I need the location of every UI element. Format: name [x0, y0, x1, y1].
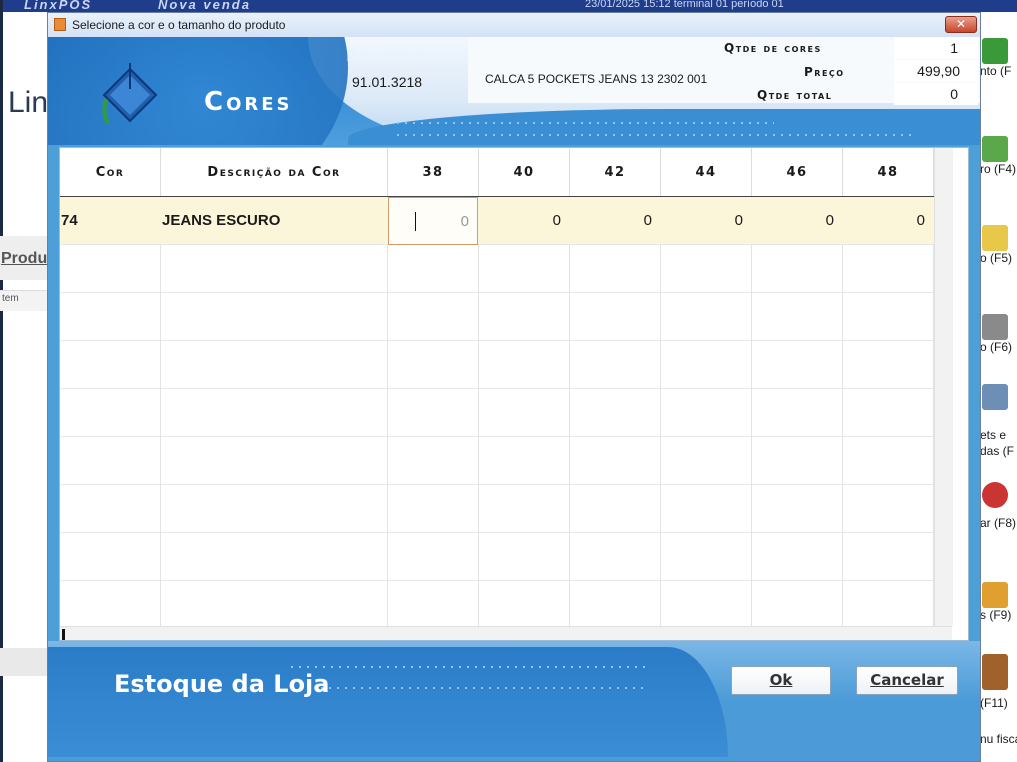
- vertical-scrollbar[interactable]: [934, 148, 953, 626]
- produto-label: Produto: [346, 46, 425, 65]
- decorative-dots: [288, 665, 648, 669]
- cancel-button[interactable]: Cancelar: [856, 666, 958, 695]
- decorative-dots: [318, 686, 648, 690]
- color-size-dialog: Selecione a cor e o tamanho do produto ✕…: [47, 12, 981, 762]
- decorative-dots: [394, 133, 914, 137]
- qty-cell-48[interactable]: 0: [843, 197, 933, 245]
- produto-description: CALCA 5 POCKETS JEANS 13 2302 001: [485, 72, 708, 86]
- ok-button[interactable]: Ok: [731, 666, 831, 695]
- empty-row: [60, 533, 950, 581]
- app-window-icon: [54, 18, 66, 31]
- produto-code: 91.01.3218: [352, 74, 423, 90]
- dialog-footer: Estoque da Loja Ok Cancelar: [48, 641, 980, 761]
- scrollbar-thumb[interactable]: [62, 629, 65, 640]
- column-header-size-40[interactable]: 40: [479, 148, 570, 196]
- column-header-cor[interactable]: Cor: [60, 148, 161, 196]
- qty-cell-46[interactable]: 0: [752, 197, 842, 245]
- color-size-grid[interactable]: Cor Descrição da Cor 38 40 42 44 46 48 7…: [59, 147, 969, 641]
- empty-row: [60, 581, 950, 629]
- qtde-total-label: Qtde total: [757, 88, 833, 102]
- item-column-label: tem: [2, 293, 19, 304]
- ticket-icon: [982, 384, 1008, 410]
- column-header-size-46[interactable]: 46: [752, 148, 843, 196]
- qtde-total-value: 0: [950, 86, 958, 102]
- empty-row: [60, 485, 950, 533]
- empty-row: [60, 341, 950, 389]
- cash-icon: [982, 136, 1008, 162]
- app-name: LinxPOS: [24, 0, 93, 12]
- text-caret: [415, 212, 416, 231]
- header-curve: [48, 37, 348, 145]
- qtde-total-box: 0: [894, 83, 978, 105]
- cancel-icon: [982, 482, 1008, 508]
- qty-cell-38-editing[interactable]: 0: [388, 197, 478, 245]
- decorative-dots: [394, 121, 774, 125]
- cor-cell[interactable]: 74: [61, 197, 160, 245]
- column-header-size-44[interactable]: 44: [661, 148, 752, 196]
- empty-row: [60, 389, 950, 437]
- preco-box: 499,90: [894, 60, 978, 82]
- qtde-cores-label: Qtde de cores: [724, 41, 822, 55]
- descricao-cell[interactable]: JEANS ESCURO: [162, 197, 387, 245]
- app-logo: Lin: [8, 86, 49, 119]
- empty-row: [60, 293, 950, 341]
- qty-cell-42[interactable]: 0: [570, 197, 660, 245]
- money-icon: [982, 38, 1008, 64]
- card-icon: [982, 314, 1008, 340]
- dialog-header: Cores Produto 91.01.3218 CALCA 5 POCKETS…: [48, 37, 980, 145]
- qtde-cores-value: 1: [950, 40, 958, 56]
- section-title: Cores: [204, 87, 293, 117]
- app-title-bar: LinxPOS Nova venda 23/01/2025 15:12 term…: [0, 0, 1017, 12]
- door-icon: [982, 654, 1008, 690]
- app-screen-title: Nova venda: [158, 0, 251, 12]
- empty-row: [60, 437, 950, 485]
- qty-38-value: 0: [460, 213, 469, 230]
- footer-dark-panel: [48, 647, 728, 757]
- stock-caption[interactable]: Estoque da Loja: [114, 670, 329, 698]
- horizontal-scrollbar[interactable]: [60, 626, 952, 640]
- note-icon: [982, 225, 1008, 251]
- qty-cell-40[interactable]: 0: [479, 197, 569, 245]
- paint-bucket-icon: [102, 63, 158, 125]
- left-footer-band: [0, 648, 48, 676]
- qty-cell-44[interactable]: 0: [661, 197, 751, 245]
- preco-label: Preço: [804, 65, 845, 79]
- preco-value: 499,90: [917, 63, 960, 79]
- close-button[interactable]: ✕: [945, 16, 977, 33]
- table-row[interactable]: 74 JEANS ESCURO 0 0 0 0 0 0: [60, 197, 950, 245]
- product-tab[interactable]: Produ: [1, 250, 47, 268]
- dialog-title-bar[interactable]: Selecione a cor e o tamanho do produto ✕: [48, 13, 980, 38]
- close-icon: ✕: [955, 17, 967, 31]
- column-header-size-48[interactable]: 48: [843, 148, 934, 196]
- column-header-descricao[interactable]: Descrição da Cor: [161, 148, 388, 196]
- tag-icon: [982, 582, 1008, 608]
- empty-row: [60, 245, 950, 293]
- column-header-size-38[interactable]: 38: [388, 148, 479, 196]
- dialog-title: Selecione a cor e o tamanho do produto: [72, 18, 286, 32]
- session-info: 23/01/2025 15:12 terminal 01 período 01: [585, 0, 784, 10]
- shortcut-panel: nto (F ro (F4) o (F5) o (F6) ets e das (…: [978, 12, 1017, 762]
- qtde-cores-box: 1: [894, 37, 978, 59]
- column-header-size-42[interactable]: 42: [570, 148, 661, 196]
